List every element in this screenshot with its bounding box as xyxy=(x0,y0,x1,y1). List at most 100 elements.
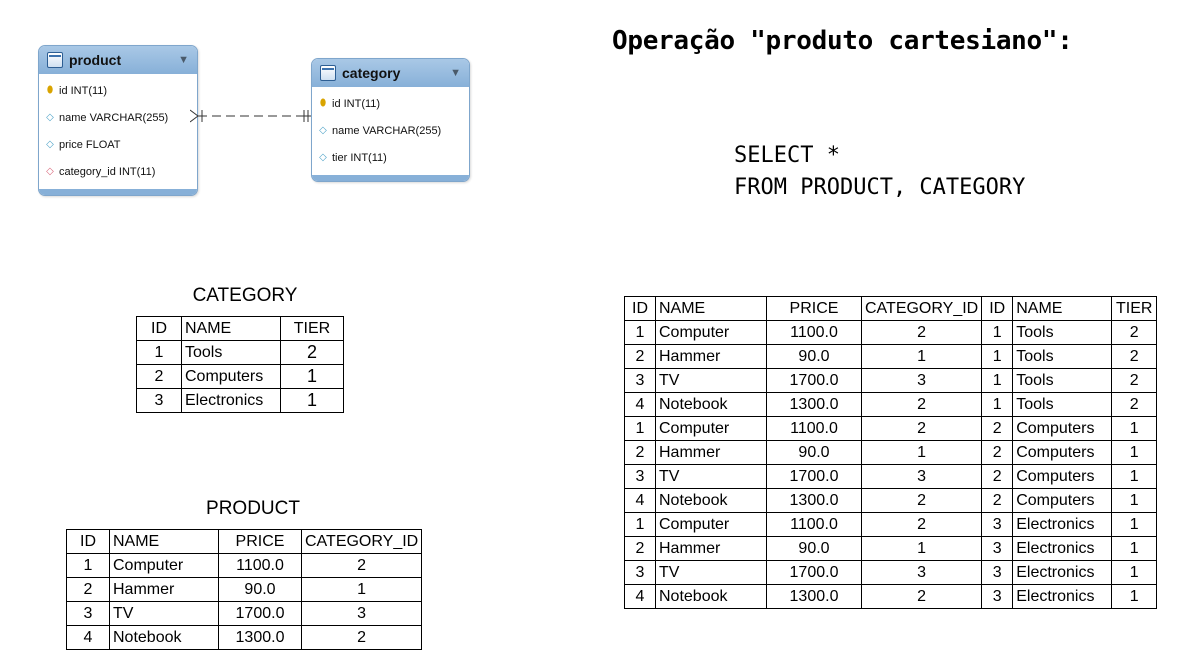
column-header: PRICE xyxy=(766,296,862,321)
table-cell: Computer xyxy=(655,512,767,537)
field-label: name VARCHAR(255) xyxy=(332,124,442,137)
column-header: ID xyxy=(136,316,182,341)
column-header: TIER xyxy=(280,316,344,341)
product-field[interactable]: ◇ price FLOAT xyxy=(39,131,197,158)
field-label: id INT(11) xyxy=(59,84,108,97)
field-label: category_id INT(11) xyxy=(59,165,156,178)
table-cell: 1 xyxy=(1111,584,1158,609)
table-row: 4 Notebook 1300.0 2 xyxy=(66,625,423,650)
table-cell: 1 xyxy=(624,512,656,537)
table-cell: 2 xyxy=(860,512,983,537)
table-cell: Computers xyxy=(1012,464,1113,489)
product-field[interactable]: ⬮ id INT(11) xyxy=(39,77,197,104)
column-header: CATEGORY_ID xyxy=(860,296,983,321)
table-row: 2 Hammer 90.0 1 xyxy=(66,577,423,602)
table-cell: 1 xyxy=(981,368,1014,393)
table-cell: 3 xyxy=(981,560,1014,585)
table-row: 4 Notebook 1300.0 2 1 Tools 2 xyxy=(624,392,1158,417)
table-cell: Computer xyxy=(655,416,767,441)
product-entity-header[interactable]: product ▼ xyxy=(39,46,197,74)
table-cell: 90.0 xyxy=(218,577,302,602)
table-cell: 4 xyxy=(66,625,110,650)
table-icon xyxy=(320,65,336,81)
table-cell: 1700.0 xyxy=(218,601,302,626)
table-cell: 3 xyxy=(860,464,983,489)
table-cell: 1 xyxy=(624,320,656,345)
table-cell: 3 xyxy=(860,560,983,585)
product-field[interactable]: ◇ category_id INT(11) xyxy=(39,158,197,185)
column-header: CATEGORY_ID xyxy=(300,529,423,554)
table-cell: Hammer xyxy=(109,577,219,602)
category-entity-fields: ⬮ id INT(11) ◇ name VARCHAR(255) ◇ tier INT(1… xyxy=(312,87,469,175)
table-cell: 1 xyxy=(981,392,1014,417)
table-row: 2 Hammer 90.0 1 1 Tools 2 xyxy=(624,344,1158,369)
table-cell: 1 xyxy=(136,340,182,365)
category-entity-header[interactable]: category ▼ xyxy=(312,59,469,87)
table-cell: 3 xyxy=(624,560,656,585)
field-label: tier INT(11) xyxy=(332,151,387,164)
table-row: 2 Computers 1 xyxy=(136,364,344,389)
table-row: 4 Notebook 1300.0 2 3 Electronics 1 xyxy=(624,584,1158,609)
table-cell: 1 xyxy=(981,320,1014,345)
table-cell: TV xyxy=(655,464,767,489)
table-cell: 1100.0 xyxy=(766,512,862,537)
product-entity[interactable]: product ▼ ⬮ id INT(11) ◇ name VARCHAR(255) ◇… xyxy=(38,45,198,196)
category-entity[interactable]: category ▼ ⬮ id INT(11) ◇ name VARCHAR(255)… xyxy=(311,58,470,182)
category-field[interactable]: ⬮ id INT(11) xyxy=(312,90,469,117)
table-cell: 2 xyxy=(860,392,983,417)
table-cell: TV xyxy=(655,560,767,585)
table-cell: 90.0 xyxy=(766,536,862,561)
field-label: name VARCHAR(255) xyxy=(59,111,169,124)
table-row: 3 TV 1700.0 3 3 Electronics 1 xyxy=(624,560,1158,585)
table-cell: 1100.0 xyxy=(218,553,302,578)
table-cell: 1100.0 xyxy=(766,320,862,345)
table-cell: Tools xyxy=(1012,344,1113,369)
table-cell: 2 xyxy=(860,320,983,345)
column-icon: ◇ xyxy=(46,112,54,123)
table-cell: 3 xyxy=(300,601,423,626)
table-cell: Electronics xyxy=(1012,560,1113,585)
table-cell: 2 xyxy=(300,625,423,650)
table-cell: 2 xyxy=(981,464,1014,489)
table-cell: Hammer xyxy=(655,344,767,369)
column-header: NAME xyxy=(109,529,219,554)
category-table: ID NAME TIER 1 Tools 2 2 Computers 1 3 Electronics… xyxy=(136,316,344,413)
table-cell: 1 xyxy=(1111,536,1158,561)
table-row: 1 Tools 2 xyxy=(136,340,344,365)
column-icon: ◇ xyxy=(46,139,54,150)
table-cell: 2 xyxy=(981,440,1014,465)
table-icon xyxy=(47,52,63,68)
field-label: id INT(11) xyxy=(332,97,381,110)
table-row: 2 Hammer 90.0 1 3 Electronics 1 xyxy=(624,536,1158,561)
table-cell: 2 xyxy=(66,577,110,602)
table-cell: 1 xyxy=(300,577,423,602)
table-cell: 3 xyxy=(624,368,656,393)
category-field[interactable]: ◇ tier INT(11) xyxy=(312,144,469,171)
key-icon: ⬮ xyxy=(46,85,54,96)
table-cell: Electronics xyxy=(181,388,281,413)
table-cell: 1 xyxy=(860,344,983,369)
table-cell: 2 xyxy=(1111,392,1158,417)
table-header-row: ID NAME PRICE CATEGORY_ID ID NAME TIER xyxy=(624,296,1158,321)
table-cell: Tools xyxy=(1012,368,1113,393)
sql-line-2: FROM PRODUCT, CATEGORY xyxy=(734,175,1026,200)
table-cell: Electronics xyxy=(1012,536,1113,561)
table-cell: 2 xyxy=(624,440,656,465)
table-cell: Tools xyxy=(1012,392,1113,417)
column-header: PRICE xyxy=(218,529,302,554)
table-cell: 1700.0 xyxy=(766,560,862,585)
table-cell: Notebook xyxy=(109,625,219,650)
dropdown-arrow-icon[interactable]: ▼ xyxy=(178,54,189,66)
table-cell: 2 xyxy=(624,536,656,561)
table-cell: TV xyxy=(109,601,219,626)
table-row: 2 Hammer 90.0 1 2 Computers 1 xyxy=(624,440,1158,465)
table-cell: 90.0 xyxy=(766,344,862,369)
category-field[interactable]: ◇ name VARCHAR(255) xyxy=(312,117,469,144)
table-cell: 2 xyxy=(280,340,344,365)
table-cell: 1100.0 xyxy=(766,416,862,441)
table-cell: 1 xyxy=(66,553,110,578)
table-cell: 1700.0 xyxy=(766,368,862,393)
product-field[interactable]: ◇ name VARCHAR(255) xyxy=(39,104,197,131)
dropdown-arrow-icon[interactable]: ▼ xyxy=(450,67,461,79)
table-row: 1 Computer 1100.0 2 3 Electronics 1 xyxy=(624,512,1158,537)
